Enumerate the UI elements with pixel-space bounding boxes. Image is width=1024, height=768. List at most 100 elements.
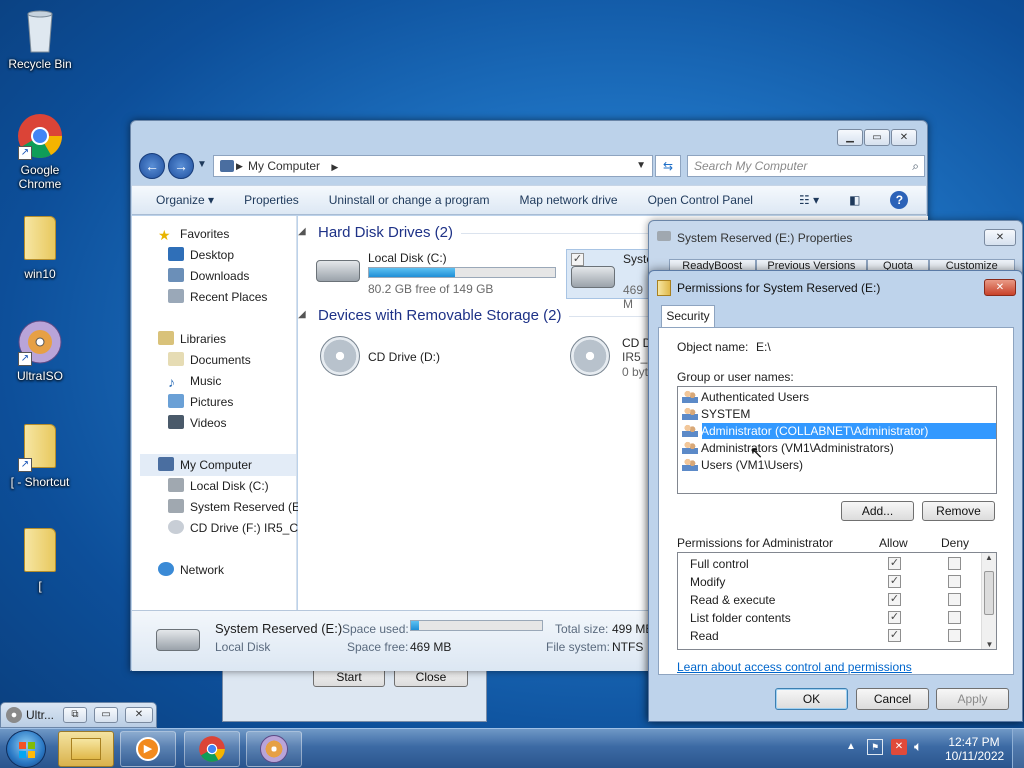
taskbar-media-player-button[interactable]: ▶ xyxy=(120,731,176,767)
start-button[interactable] xyxy=(6,730,46,768)
group-hard-disk-drives[interactable]: Hard Disk Drives (2) xyxy=(318,224,662,241)
user-item[interactable]: Users (VM1\Users) xyxy=(682,457,803,474)
nav-desktop[interactable]: Desktop xyxy=(168,245,234,265)
permission-row: Read & execute xyxy=(690,591,980,609)
permissions-for-label: Permissions for Administrator xyxy=(677,536,834,550)
refresh-button[interactable]: ⇆ xyxy=(655,155,681,177)
organize-menu[interactable]: Organize ▾ xyxy=(156,193,214,207)
user-item[interactable]: Authenticated Users xyxy=(682,389,809,406)
forward-button[interactable]: → xyxy=(168,153,194,179)
preview-pane-icon[interactable]: ◧ xyxy=(849,193,860,207)
nav-videos[interactable]: Videos xyxy=(168,413,226,433)
nav-favorites[interactable]: ★ Favorites xyxy=(158,224,229,244)
deny-checkbox[interactable] xyxy=(948,629,961,642)
tab-security[interactable]: Security xyxy=(661,305,715,327)
permission-name: Modify xyxy=(690,575,726,589)
recent-pages-dropdown[interactable]: ▼ xyxy=(197,159,207,170)
close-window-button[interactable]: ✕ xyxy=(125,707,153,723)
chrome-icon xyxy=(199,736,225,762)
drive-system-reserved-e[interactable]: Syste 469 M xyxy=(566,249,653,311)
allow-checkbox[interactable] xyxy=(888,557,901,570)
help-icon[interactable]: ? xyxy=(890,191,909,209)
network-error-icon[interactable]: ✕ xyxy=(891,739,907,755)
desktop-icon-chrome[interactable]: ↗ Google Chrome xyxy=(2,112,78,191)
desktop-icon-ultraiso[interactable]: ↗ UltraISO xyxy=(2,318,78,383)
user-item[interactable]: Administrators (VM1\Administrators) xyxy=(682,440,894,457)
drive-local-disk-c[interactable]: Local Disk (C:) 80.2 GB free of 149 GB xyxy=(316,248,556,298)
allow-checkbox[interactable] xyxy=(888,629,901,642)
nav-system-reserved-e[interactable]: System Reserved (E:) xyxy=(168,497,307,517)
show-desktop-button[interactable] xyxy=(1012,729,1024,768)
permissions-close-button[interactable]: ✕ xyxy=(984,279,1016,296)
properties-button[interactable]: Properties xyxy=(244,193,299,207)
desktop-icon-shortcut[interactable]: ↗ [ - Shortcut xyxy=(2,422,78,489)
allow-checkbox[interactable] xyxy=(888,575,901,588)
allow-checkbox[interactable] xyxy=(888,611,901,624)
apply-button[interactable]: Apply xyxy=(936,688,1009,710)
drive-cd-d[interactable]: CD Drive (D:) xyxy=(316,334,516,384)
desktop-icon-win10[interactable]: win10 xyxy=(2,214,78,281)
nav-pictures[interactable]: Pictures xyxy=(168,392,233,412)
group-collapse-icon[interactable]: ◢ xyxy=(298,226,306,237)
taskbar-chrome-button[interactable] xyxy=(184,731,240,767)
nav-downloads[interactable]: Downloads xyxy=(168,266,249,286)
nav-documents[interactable]: Documents xyxy=(168,350,251,370)
nav-label: System Reserved (E:) xyxy=(190,500,308,514)
add-button[interactable]: Add... xyxy=(841,501,914,521)
access-control-help-link[interactable]: Learn about access control and permissio… xyxy=(677,660,912,674)
address-dropdown-icon[interactable]: ▼ xyxy=(636,156,646,176)
open-control-panel-button[interactable]: Open Control Panel xyxy=(648,193,753,207)
deny-checkbox[interactable] xyxy=(948,557,961,570)
user-item[interactable]: SYSTEM xyxy=(682,406,750,423)
permissions-list[interactable]: Full control Modify Read & execute List … xyxy=(677,552,997,650)
action-center-icon[interactable]: ⚑ xyxy=(867,739,883,755)
restore-button[interactable]: ⧉ xyxy=(63,707,87,723)
search-input[interactable]: Search My Computer ⌕ xyxy=(687,155,925,177)
taskbar: ▶ ▲ ⚑ ✕ 🔈︎ 12:47 PM 10/11/2022 xyxy=(0,728,1024,768)
remove-button[interactable]: Remove xyxy=(922,501,995,521)
cancel-button[interactable]: Cancel xyxy=(856,688,929,710)
scroll-up-icon[interactable]: ▲ xyxy=(982,553,996,562)
maximize-button[interactable]: ▭ xyxy=(94,707,118,723)
nav-libraries[interactable]: Libraries xyxy=(158,329,226,349)
group-removable-storage[interactable]: Devices with Removable Storage (2) xyxy=(318,307,771,324)
clock[interactable]: 12:47 PM 10/11/2022 xyxy=(945,735,1004,763)
close-window-button[interactable]: ✕ xyxy=(891,129,917,146)
user-list[interactable]: Authenticated Users SYSTEM Administrator… xyxy=(677,386,997,494)
scroll-down-icon[interactable]: ▼ xyxy=(982,640,997,649)
nav-music[interactable]: ♪ Music xyxy=(168,371,221,391)
nav-network[interactable]: Network xyxy=(158,560,224,580)
nav-cd-drive-f[interactable]: CD Drive (F:) IR5_CC xyxy=(168,518,307,538)
properties-close-button[interactable]: ✕ xyxy=(984,229,1016,246)
users-group-icon xyxy=(682,458,698,471)
nav-local-disk-c[interactable]: Local Disk (C:) xyxy=(168,476,269,496)
view-options-icon[interactable]: ☷ ▾ xyxy=(799,193,819,207)
uninstall-button[interactable]: Uninstall or change a program xyxy=(329,193,490,207)
permissions-scrollbar[interactable]: ▲ ▼ xyxy=(981,553,996,649)
deny-checkbox[interactable] xyxy=(948,593,961,606)
deny-checkbox[interactable] xyxy=(948,575,961,588)
details-space-used-label: Space used: xyxy=(342,622,409,636)
desktop-icon-folder[interactable]: [ xyxy=(2,526,78,593)
desktop-icon-recycle-bin[interactable]: Recycle Bin xyxy=(2,6,78,71)
volume-icon[interactable]: 🔈︎ xyxy=(914,738,922,755)
drive-cd-f[interactable]: CD D IR5_C 0 byt xyxy=(570,334,656,384)
scrollbar-thumb[interactable] xyxy=(984,571,994,615)
nav-my-computer[interactable]: My Computer xyxy=(158,455,252,475)
ultraiso-minimized-window[interactable]: Ultr... ⧉ ▭ ✕ xyxy=(0,702,157,728)
nav-recent-places[interactable]: Recent Places xyxy=(168,287,267,307)
back-button[interactable]: ← xyxy=(139,153,165,179)
recycle-bin-icon xyxy=(16,6,64,54)
map-network-drive-button[interactable]: Map network drive xyxy=(520,193,618,207)
allow-checkbox[interactable] xyxy=(888,593,901,606)
user-item-selected[interactable]: Administrator (COLLABNET\Administrator) xyxy=(682,423,928,440)
taskbar-ultraiso-button[interactable] xyxy=(246,731,302,767)
show-hidden-icons-button[interactable]: ▲ xyxy=(846,741,856,752)
minimize-button[interactable]: ▁ xyxy=(837,129,863,146)
ok-button[interactable]: OK xyxy=(775,688,848,710)
address-bar[interactable]: ▶ My Computer ▶ ▼ xyxy=(213,155,653,177)
taskbar-explorer-button[interactable] xyxy=(58,731,114,767)
deny-checkbox[interactable] xyxy=(948,611,961,624)
maximize-button[interactable]: ▭ xyxy=(864,129,890,146)
group-collapse-icon[interactable]: ◢ xyxy=(298,309,306,320)
